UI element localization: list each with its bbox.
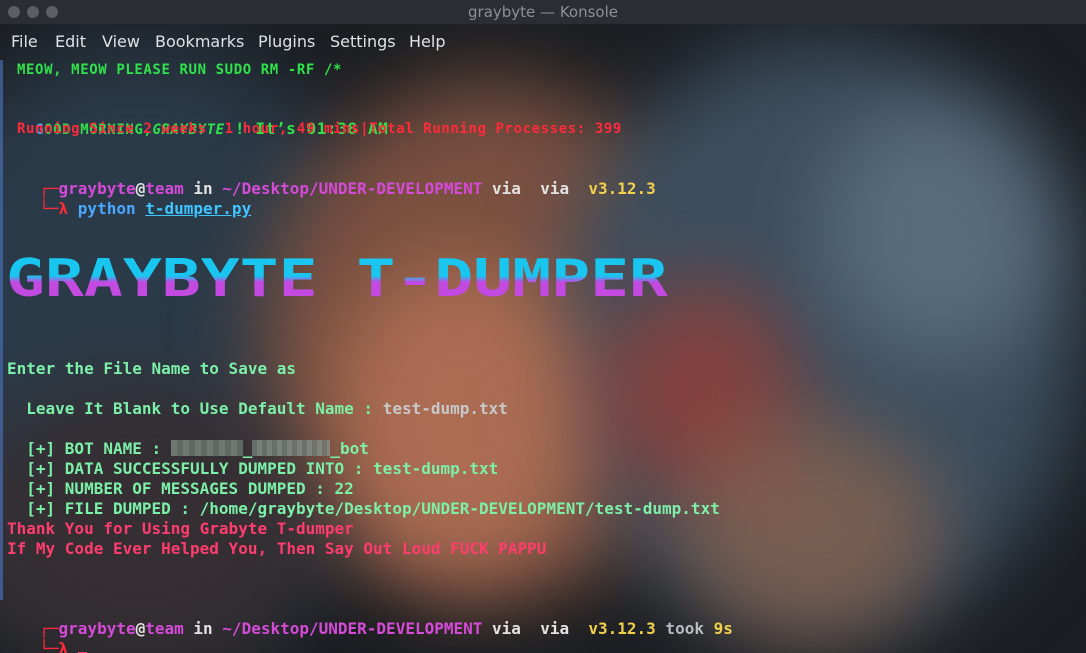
menubar: File Edit View Bookmarks Plugins Setting… [0,28,1086,56]
took-label: took [655,619,714,638]
default-name-line: Leave It Blank to Use Default Name : tes… [7,379,508,419]
command-duration: 9s [713,619,733,638]
command-argument-link[interactable]: t-dumper.py [145,199,251,218]
prompt-line-2: ┌─graybyte@team in ~/Desktop/UNDER-DEVEL… [20,599,733,639]
python-version: v3.12.3 [578,179,656,198]
menu-help[interactable]: Help [409,32,445,51]
file-path-label: [+] FILE DUMPED : [26,499,200,518]
shout-line: If My Code Ever Helped You, Then Say Out… [7,539,547,558]
menu-bookmarks[interactable]: Bookmarks [155,32,244,51]
t-dumper-banner: GRAYBYTE T-DUMPER [6,256,669,302]
dumped-into-value: test-dump.txt [373,459,499,478]
prompt-via-2: via [530,619,579,638]
menu-plugins[interactable]: Plugins [258,32,315,51]
prompt-via-1: via [482,619,531,638]
default-name-input[interactable]: test-dump.txt [383,399,508,418]
menu-file[interactable]: File [11,32,38,51]
menu-edit[interactable]: Edit [55,32,86,51]
result-file-path: [+] FILE DUMPED : /home/graybyte/Desktop… [7,479,720,519]
menu-view[interactable]: View [102,32,140,51]
prompt-via-2: via [530,179,579,198]
uptime-line: Running Since 2 weeks 1 hour, 49 mins|To… [17,121,622,137]
thanks-line: Thank You for Using Grabyte T-dumper [7,519,354,538]
prompt-arrow: └─λ [39,639,78,653]
prompt-filename-line: Enter the File Name to Save as [7,359,296,378]
prompt-at: @ [135,619,146,638]
motd-line: MEOW, MEOW PLEASE RUN SUDO RM -RF /* [17,62,343,78]
command-name: python [77,199,146,218]
window-title: graybyte — Konsole [468,3,618,21]
python-version: v3.12.3 [578,619,656,638]
command-line-2[interactable]: └─λ [20,619,87,653]
prompt-path: ~/Desktop/UNDER-DEVELOPMENT [222,179,483,198]
prompt-via-1: via [482,179,531,198]
banner-text: GRAYBYTE T-DUMPER [6,256,669,302]
window-titlebar[interactable]: graybyte — Konsole [0,0,1086,24]
prompt-in: in [183,619,223,638]
file-path-value: /home/graybyte/Desktop/UNDER-DEVELOPMENT… [199,499,720,518]
prompt-host: team [145,619,184,638]
prompt-arrow: └─λ [39,199,78,218]
command-line-1: └─λ python t-dumper.py [20,179,251,219]
default-name-label: Leave It Blank to Use Default Name : [26,399,383,418]
terminal-scroll-marker [0,60,3,600]
prompt-path: ~/Desktop/UNDER-DEVELOPMENT [222,619,483,638]
menu-settings[interactable]: Settings [330,32,396,51]
